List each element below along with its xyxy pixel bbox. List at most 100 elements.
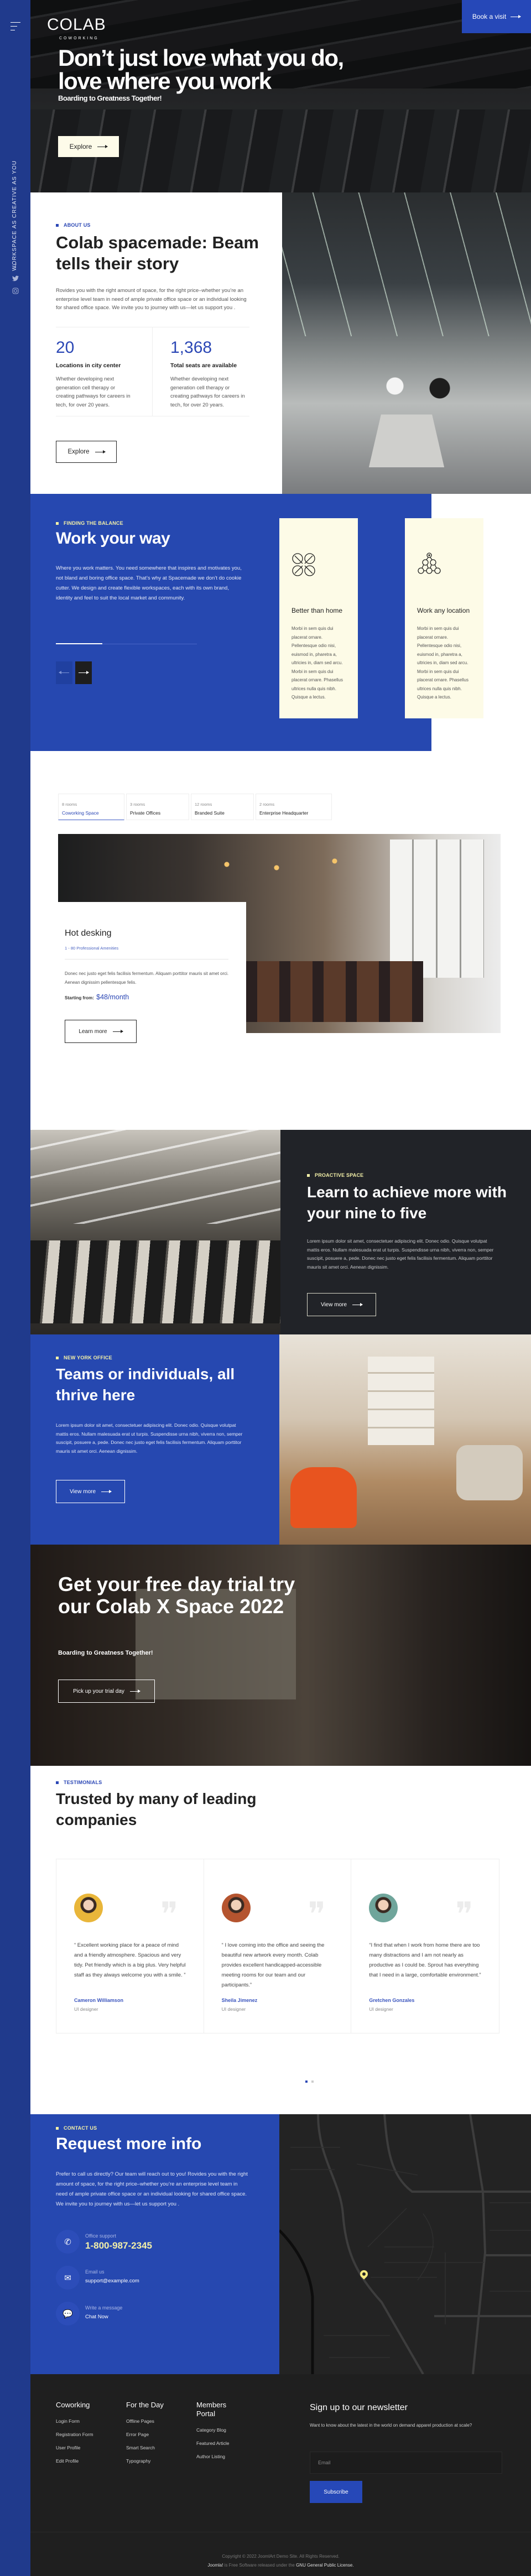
office-photo	[282, 192, 531, 494]
carousel-dot-1[interactable]	[305, 2080, 308, 2083]
tab-branded-suite[interactable]: 12 rooms Branded Suite	[191, 794, 254, 820]
trial-button[interactable]: Pick up your trial day	[58, 1680, 155, 1703]
joomla-link[interactable]: Joomla!	[207, 2563, 223, 2568]
testimonial-role: UI designer	[369, 2006, 393, 2012]
next-button[interactable]	[75, 661, 92, 684]
proactive-section: PROACTIVE SPACE Learn to achieve more wi…	[30, 1130, 531, 1334]
instagram-icon[interactable]	[10, 288, 21, 296]
contact-label: Office support	[85, 2233, 116, 2239]
testimonial-carousel: ❞ “ Excellent working place for a peace …	[56, 1859, 499, 2033]
copyright: Copyright © 2022 JoomlArt Demo Site. All…	[30, 2552, 531, 2569]
learn-more-button[interactable]: Learn more	[65, 1020, 137, 1043]
sidebar: WORKSPACE AS CREATIVE AS YOU f	[0, 0, 30, 2576]
newsletter-text: Want to know about the latest in the wor…	[310, 2423, 472, 2428]
footer-link[interactable]: Featured Article	[196, 2441, 274, 2454]
footer-link[interactable]: Offline Pages	[126, 2418, 204, 2432]
proactive-eyebrow: PROACTIVE SPACE	[307, 1172, 363, 1178]
chat-now-link[interactable]: Chat Now	[85, 2314, 108, 2320]
stats: 20 Locations in city center Whether deve…	[56, 327, 249, 416]
tab-label: Private Offices	[130, 810, 161, 816]
logo-main: COLAB	[47, 15, 106, 34]
proactive-view-more-button[interactable]: View more	[307, 1293, 376, 1316]
map[interactable]	[279, 2114, 531, 2374]
footer-link[interactable]: Edit Profile	[56, 2458, 133, 2471]
phone-number[interactable]: 1-800-987-2345	[85, 2240, 152, 2251]
tab-private-offices[interactable]: 3 rooms Private Offices	[126, 794, 189, 820]
teams-view-more-button[interactable]: View more	[56, 1480, 125, 1503]
tab-enterprise-headquarter[interactable]: 2 rooms Enterprise Headquarter	[256, 794, 332, 820]
view-more-label: View more	[69, 1488, 96, 1495]
lounge-photo	[279, 1334, 531, 1545]
tab-label: Branded Suite	[195, 810, 225, 816]
teams-title: Teams or individuals, all thrive here	[56, 1365, 235, 1404]
room-description: Donec nec justo eget felis facilisis fer…	[65, 971, 229, 985]
testimonial-quote: “ Excellent working place for a peace of…	[74, 1942, 186, 1978]
gpl-link[interactable]: GNU General Public License.	[296, 2563, 354, 2568]
room-card: Hot desking 1 - 80 Professional Amenitie…	[48, 902, 246, 1056]
feature-text: Morbi in sem quis dui placerat ornare. P…	[291, 626, 343, 700]
carousel-pagination	[305, 2080, 314, 2083]
hero-section: COLAB COWORKING Book a visit Don’t just …	[30, 0, 531, 192]
testimonial-role: UI designer	[74, 2006, 98, 2012]
footer-link[interactable]: Typography	[126, 2458, 204, 2471]
square-bullet-icon	[56, 1781, 59, 1784]
newsletter-email-input[interactable]	[310, 2452, 502, 2474]
hamburger-icon[interactable]	[11, 22, 20, 34]
trial-section: Get your free day trial try our Colab X …	[30, 1545, 531, 1766]
hero-explore-button[interactable]: Explore	[58, 136, 119, 157]
footer-link[interactable]: Login Form	[56, 2418, 133, 2432]
footer-link[interactable]: Error Page	[126, 2432, 204, 2445]
footer-links: Login Form Registration Form User Profil…	[56, 2418, 133, 2471]
footer-link[interactable]: Registration Form	[56, 2432, 133, 2445]
stat-locations: 20 Locations in city center Whether deve…	[56, 327, 153, 416]
avatar	[74, 1894, 103, 1922]
stat-desc: Whether developing next generation cell …	[56, 376, 131, 408]
about-eyebrow: ABOUT US	[56, 222, 91, 228]
testimonial-card: ❞ “ I love coming into the office and se…	[204, 1859, 352, 2033]
hero-title: Don’t just love what you do, love where …	[58, 45, 344, 94]
logo-sub: COWORKING	[59, 36, 99, 40]
contact-chat[interactable]: 💬 Write a message Chat Now	[56, 2302, 222, 2326]
testimonial-name: Gretchen Gonzales	[369, 1998, 415, 2003]
square-bullet-icon	[56, 2126, 59, 2130]
arrow-right-icon	[129, 1689, 140, 1693]
footer-column-title: Coworking	[56, 2401, 90, 2409]
work-eyebrow: FINDING THE BALANCE	[56, 520, 123, 526]
license-text: Joomla! is Free Software released under …	[30, 2561, 531, 2570]
facebook-icon[interactable]: f	[10, 262, 21, 270]
about-explore-button[interactable]: Explore	[56, 441, 117, 463]
email-link[interactable]: support@example.com	[85, 2278, 139, 2284]
testimonial-card: ❞ “ Excellent working place for a peace …	[56, 1859, 204, 2033]
contact-label: Write a message	[85, 2305, 123, 2311]
footer-link[interactable]: Author Listing	[196, 2454, 274, 2467]
book-visit-button[interactable]: Book a visit	[462, 0, 531, 33]
tab-coworking-space[interactable]: 8 rooms Coworking Space	[58, 794, 124, 820]
work-title: Work your way	[56, 529, 170, 547]
twitter-icon[interactable]	[10, 275, 21, 283]
tab-count: 8 rooms	[62, 802, 77, 807]
feature-text: Morbi in sem quis dui placerat ornare. P…	[417, 626, 468, 700]
quote-icon: ❞	[160, 1895, 179, 1934]
contact-section: CONTACT US Request more info Prefer to c…	[30, 2114, 531, 2374]
footer-link[interactable]: Smart Search	[126, 2445, 204, 2458]
footer-link[interactable]: Category Blog	[196, 2427, 274, 2441]
room-price: Starting from: $48/month	[65, 993, 129, 1001]
prev-button[interactable]	[56, 661, 72, 684]
contact-phone[interactable]: ✆ Office support 1-800-987-2345	[56, 2230, 222, 2254]
hero-explore-label: Explore	[69, 143, 92, 150]
carousel-dot-2[interactable]	[311, 2080, 314, 2083]
teams-eyebrow: NEW YORK OFFICE	[56, 1355, 112, 1360]
phone-icon: ✆	[56, 2230, 80, 2254]
contact-email[interactable]: ✉ Email us support@example.com	[56, 2266, 222, 2290]
stat-value: 20	[56, 338, 75, 357]
subscribe-button[interactable]: Subscribe	[310, 2481, 362, 2503]
work-body: Where you work matters. You need somewhe…	[56, 565, 242, 601]
trial-title: Get your free day trial try our Colab X …	[58, 1573, 295, 1618]
workspace-photo	[30, 1130, 280, 1334]
proactive-title: Learn to achieve more with your nine to …	[307, 1183, 507, 1222]
logo[interactable]: COLAB COWORKING	[47, 15, 106, 40]
footer-link[interactable]: User Profile	[56, 2445, 133, 2458]
learn-more-label: Learn more	[79, 1028, 107, 1035]
map-streets	[279, 2114, 531, 2374]
stat-value: 1,368	[170, 338, 212, 357]
